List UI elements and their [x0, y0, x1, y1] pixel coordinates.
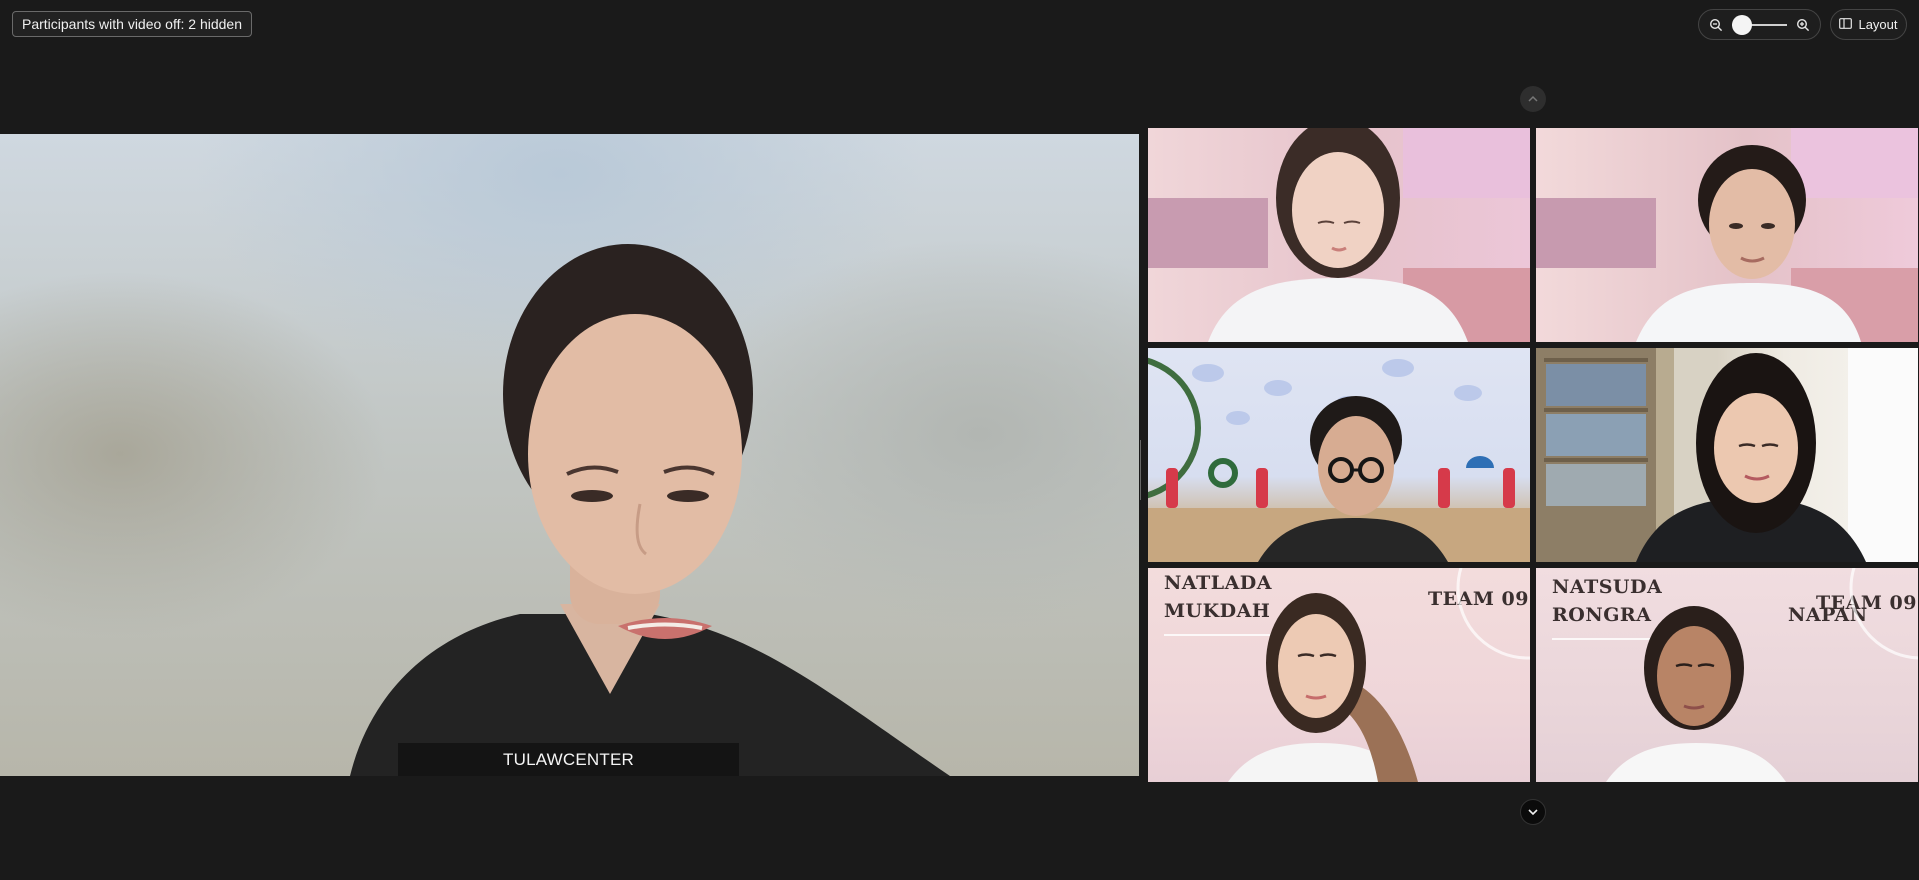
participant-video-tile[interactable] — [1536, 128, 1918, 342]
zoom-control[interactable] — [1698, 9, 1821, 40]
meeting-stage: Participants with video off: 2 hidden La… — [0, 0, 1919, 880]
participant-figure — [1228, 568, 1530, 782]
panel-resize-handle[interactable] — [1140, 440, 1144, 500]
zoom-slider-thumb[interactable] — [1732, 14, 1752, 35]
zoom-in-icon[interactable] — [1796, 18, 1810, 32]
active-speaker-video[interactable] — [0, 134, 1139, 776]
layout-icon — [1839, 17, 1853, 32]
scroll-up-button[interactable] — [1520, 86, 1546, 112]
chevron-up-icon — [1528, 95, 1538, 102]
active-speaker-figure — [350, 244, 950, 776]
zoom-slider[interactable] — [1732, 14, 1787, 35]
participant-figure — [1536, 348, 1918, 562]
participant-figure — [1148, 357, 1530, 562]
participant-video-tile[interactable]: NATLADA MUKDAH TEAM 09 — [1148, 568, 1530, 782]
participant-video-tile[interactable] — [1148, 128, 1530, 342]
participant-video-tile[interactable]: NATSUDA RONGRA NAPAN TEAM 09 — [1536, 568, 1918, 782]
participant-video-tile[interactable] — [1536, 348, 1918, 562]
chevron-down-icon — [1528, 809, 1538, 816]
active-speaker-name: TULAWCENTER — [398, 743, 739, 776]
participant-figure — [1148, 128, 1530, 342]
hidden-participants-indicator[interactable]: Participants with video off: 2 hidden — [12, 11, 252, 37]
layout-button[interactable]: Layout — [1830, 9, 1907, 40]
layout-label: Layout — [1858, 17, 1898, 32]
scroll-down-button[interactable] — [1520, 799, 1546, 825]
participant-figure — [1536, 128, 1918, 342]
participant-figure — [1606, 568, 1918, 782]
zoom-out-icon[interactable] — [1709, 18, 1723, 32]
participant-video-tile[interactable] — [1148, 348, 1530, 562]
